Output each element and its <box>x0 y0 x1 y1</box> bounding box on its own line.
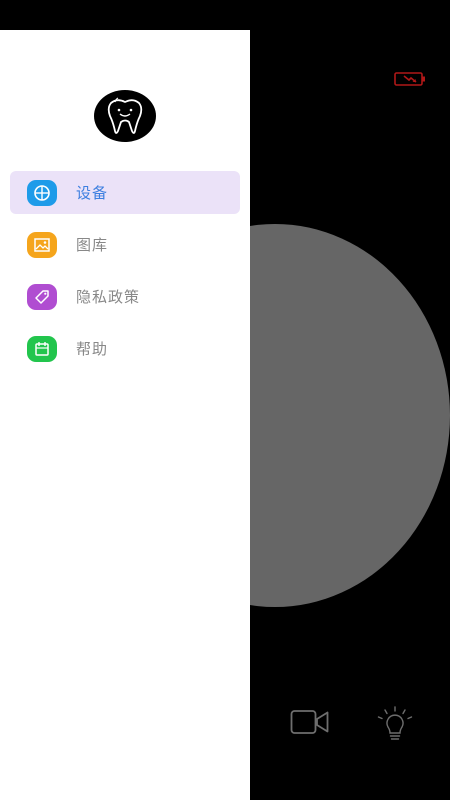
video-record-button[interactable] <box>290 708 330 738</box>
drawer-menu: 设备 图库 隐私政策 帮助 <box>10 171 240 379</box>
grid-globe-icon <box>27 179 57 206</box>
avatar[interactable] <box>94 90 156 142</box>
camera-preview-area <box>250 30 450 800</box>
menu-item-label: 图库 <box>76 236 109 254</box>
tooth-logo-icon <box>107 97 143 134</box>
menu-item-device[interactable]: 设备 <box>10 171 240 214</box>
menu-item-label: 隐私政策 <box>76 288 141 306</box>
tag-icon <box>27 283 57 310</box>
menu-item-privacy-policy[interactable]: 隐私政策 <box>10 275 240 318</box>
menu-item-gallery[interactable]: 图库 <box>10 223 240 266</box>
picture-icon <box>27 231 57 258</box>
status-bar <box>0 0 450 30</box>
camera-preview-circle <box>250 224 450 607</box>
menu-item-help[interactable]: 帮助 <box>10 327 240 370</box>
video-camera-icon <box>290 710 329 734</box>
light-bulb-icon <box>377 706 413 740</box>
navigation-drawer: 设备 图库 隐私政策 帮助 <box>0 30 250 800</box>
menu-item-label: 设备 <box>76 184 109 202</box>
light-toggle-button[interactable] <box>376 706 414 744</box>
battery-low-charging-icon <box>394 71 426 86</box>
calendar-icon <box>27 335 57 362</box>
menu-item-label: 帮助 <box>76 340 109 358</box>
